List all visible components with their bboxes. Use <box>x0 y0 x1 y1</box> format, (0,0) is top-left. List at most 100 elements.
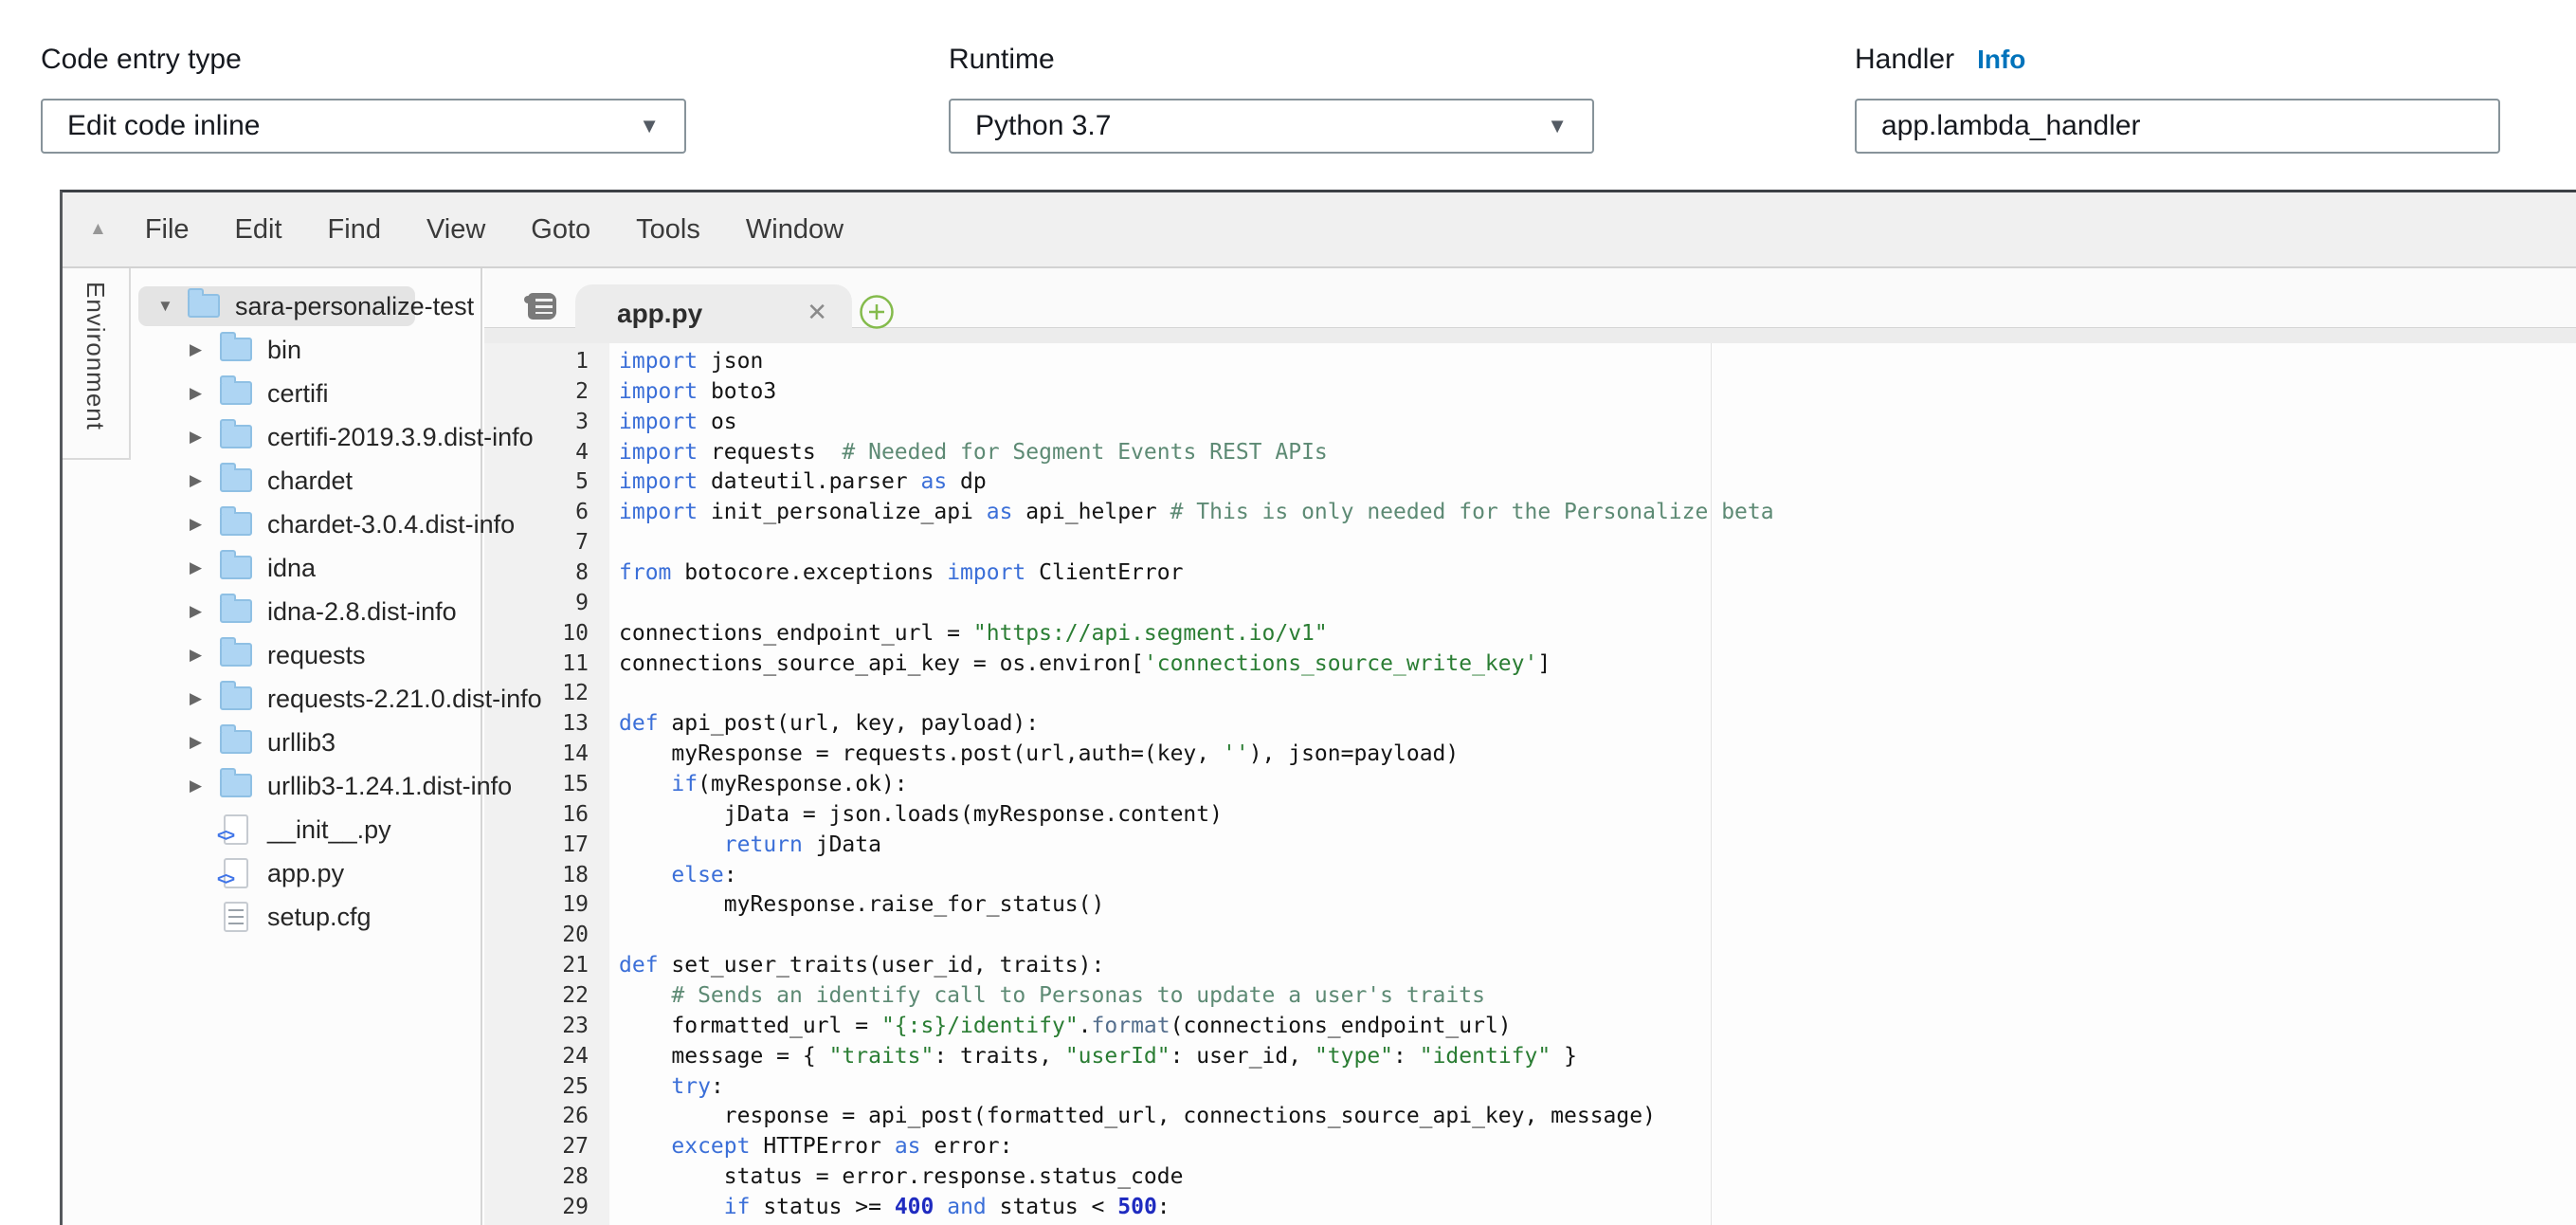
chevron-right-icon[interactable]: ▶ <box>190 777 220 795</box>
menu-view[interactable]: View <box>404 214 508 246</box>
tree-item-chardet-3.0.4.dist-info[interactable]: ▶chardet-3.0.4.dist-info <box>63 503 481 546</box>
chevron-down-icon[interactable]: ▼ <box>157 297 188 316</box>
cloud9-editor-window: ▲ FileEditFindViewGotoToolsWindow Enviro… <box>60 190 2576 1225</box>
folder-icon <box>220 381 252 405</box>
tab-label: app.py <box>617 299 702 329</box>
code-line: import boto3 <box>609 377 2576 408</box>
handler-input[interactable] <box>1855 99 2500 154</box>
chevron-right-icon[interactable]: ▶ <box>190 384 220 403</box>
code-line: return jData <box>609 831 2576 861</box>
chevron-right-icon[interactable]: ▶ <box>190 515 220 534</box>
line-number: 29 <box>484 1193 609 1223</box>
code-line <box>609 679 2576 709</box>
code-entry-type-value: Edit code inline <box>67 110 260 142</box>
folder-icon <box>220 468 252 492</box>
field-handler: Handler Info <box>1855 44 2500 154</box>
menu-window[interactable]: Window <box>723 214 866 246</box>
code-line: myResponse = requests.post(url,auth=(key… <box>609 740 2576 770</box>
tree-item-urllib3-1.24.1.dist-info[interactable]: ▶urllib3-1.24.1.dist-info <box>63 764 481 808</box>
tree-item-requests-2.21.0.dist-info[interactable]: ▶requests-2.21.0.dist-info <box>63 677 481 721</box>
editor-menubar: ▲ FileEditFindViewGotoToolsWindow <box>63 192 2576 268</box>
folder-icon <box>220 643 252 667</box>
code-line: if(myResponse.ok): <box>609 770 2576 800</box>
tree-item-chardet[interactable]: ▶chardet <box>63 459 481 503</box>
line-number: 23 <box>484 1012 609 1042</box>
collapse-menubar-icon[interactable]: ▲ <box>89 219 107 240</box>
chevron-right-icon[interactable]: ▶ <box>190 733 220 752</box>
menu-items: FileEditFindViewGotoToolsWindow <box>122 214 866 246</box>
tree-item-label: urllib3-1.24.1.dist-info <box>267 772 512 801</box>
code-entry-type-label: Code entry type <box>41 44 242 76</box>
environment-side-tab[interactable]: Environment <box>63 268 131 460</box>
line-number: 13 <box>484 709 609 740</box>
tree-item-label: __init__.py <box>267 815 391 845</box>
menu-tools[interactable]: Tools <box>613 214 723 246</box>
folder-icon <box>188 294 220 318</box>
line-number: 11 <box>484 649 609 680</box>
environment-side-tab-label: Environment <box>63 268 110 430</box>
folder-icon <box>220 686 252 710</box>
menu-find[interactable]: Find <box>305 214 404 246</box>
code-area[interactable]: import jsonimport boto3import osimport r… <box>609 343 2576 1225</box>
chevron-right-icon[interactable]: ▶ <box>190 689 220 708</box>
tree-item-label: chardet-3.0.4.dist-info <box>267 510 515 539</box>
folder-icon <box>220 556 252 579</box>
code-editor[interactable]: 1234567891011121314151617181920212223242… <box>484 343 2576 1225</box>
tree-item-app.py[interactable]: ▶<>app.py <box>63 851 481 895</box>
menu-file[interactable]: File <box>122 214 212 246</box>
runtime-value: Python 3.7 <box>975 110 1111 142</box>
code-line: try: <box>609 1072 2576 1103</box>
tree-item-requests[interactable]: ▶requests <box>63 633 481 677</box>
chevron-right-icon[interactable]: ▶ <box>190 602 220 621</box>
folder-icon <box>220 425 252 448</box>
chevron-right-icon[interactable]: ▶ <box>190 340 220 359</box>
code-entry-type-select[interactable]: Edit code inline ▼ <box>41 99 686 154</box>
chevron-right-icon[interactable]: ▶ <box>190 646 220 665</box>
tree-item-label: certifi-2019.3.9.dist-info <box>267 423 534 452</box>
field-code-entry-type: Code entry type Edit code inline ▼ <box>41 44 686 154</box>
menu-goto[interactable]: Goto <box>508 214 613 246</box>
tab-app-py[interactable]: app.py ✕ <box>575 284 852 343</box>
menu-edit[interactable]: Edit <box>212 214 305 246</box>
chevron-right-icon[interactable]: ▶ <box>190 428 220 447</box>
code-line: def set_user_traits(user_id, traits): <box>609 951 2576 981</box>
code-line: import requests # Needed for Segment Eve… <box>609 438 2576 468</box>
code-line: myResponse.raise_for_status() <box>609 890 2576 921</box>
info-link[interactable]: Info <box>1977 45 2025 75</box>
config-file-icon <box>220 901 252 933</box>
code-line: except HTTPError as error: <box>609 1132 2576 1162</box>
tree-item-idna-2.8.dist-info[interactable]: ▶idna-2.8.dist-info <box>63 590 481 633</box>
field-runtime: Runtime Python 3.7 ▼ <box>949 44 1594 154</box>
folder-icon <box>220 774 252 797</box>
line-number: 14 <box>484 740 609 770</box>
code-line: def api_post(url, key, payload): <box>609 709 2576 740</box>
tree-item-label: bin <box>267 336 301 365</box>
code-line: from botocore.exceptions import ClientEr… <box>609 558 2576 589</box>
tree-item-idna[interactable]: ▶idna <box>63 546 481 590</box>
chevron-right-icon[interactable]: ▶ <box>190 471 220 490</box>
tree-item-label: requests-2.21.0.dist-info <box>267 685 542 714</box>
code-line: if status >= 400 and status < 500: <box>609 1193 2576 1223</box>
tree-item-urllib3[interactable]: ▶urllib3 <box>63 721 481 764</box>
chevron-right-icon[interactable]: ▶ <box>190 558 220 577</box>
tab-list-icon[interactable] <box>528 293 556 320</box>
close-icon[interactable]: ✕ <box>807 298 827 327</box>
line-number: 8 <box>484 558 609 589</box>
code-line: connections_source_api_key = os.environ[… <box>609 649 2576 680</box>
code-line: response = api_post(formatted_url, conne… <box>609 1102 2576 1132</box>
code-line: import json <box>609 347 2576 377</box>
line-number: 20 <box>484 921 609 951</box>
line-number: 1 <box>484 347 609 377</box>
tree-item--init-.py[interactable]: ▶<>__init__.py <box>63 808 481 851</box>
runtime-select[interactable]: Python 3.7 ▼ <box>949 99 1594 154</box>
add-tab-icon[interactable] <box>859 294 895 330</box>
python-file-icon: <> <box>220 857 252 889</box>
code-line: connections_endpoint_url = "https://api.… <box>609 619 2576 649</box>
folder-icon <box>220 730 252 754</box>
code-line: import dateutil.parser as dp <box>609 467 2576 498</box>
tab-bar: app.py ✕ <box>484 268 2576 343</box>
line-number: 22 <box>484 981 609 1012</box>
tree-item-setup.cfg[interactable]: ▶setup.cfg <box>63 895 481 939</box>
line-number: 17 <box>484 831 609 861</box>
line-number: 5 <box>484 467 609 498</box>
